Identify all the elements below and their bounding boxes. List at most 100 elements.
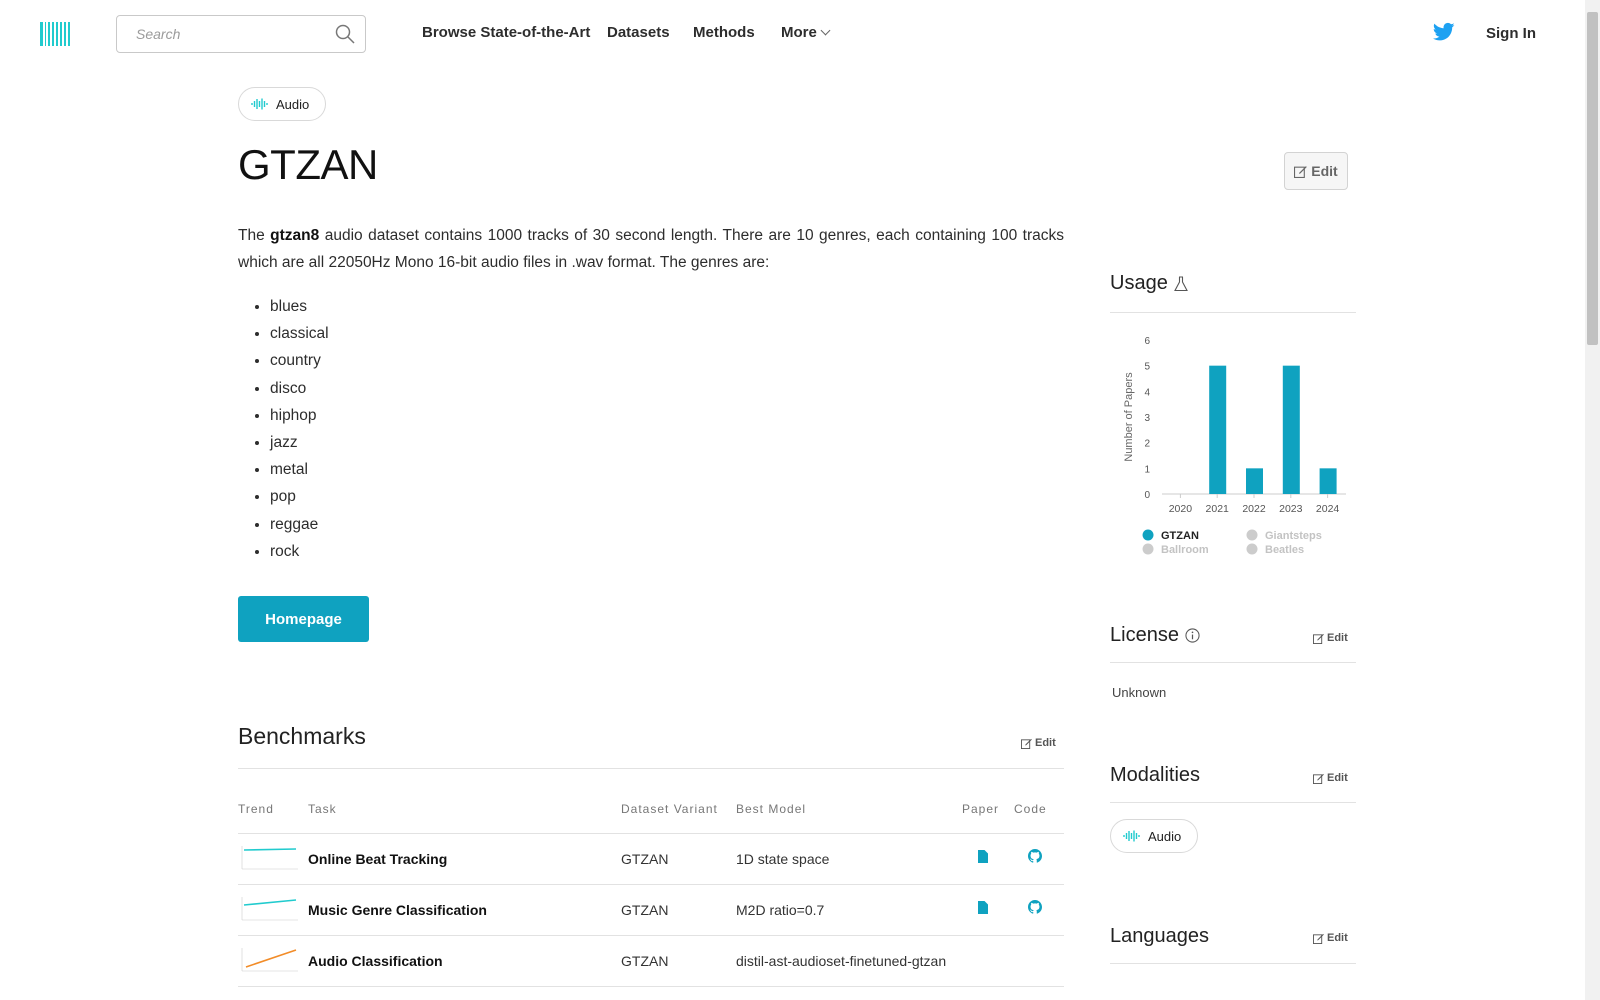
desc-dataset-name: gtzan8: [270, 227, 320, 244]
list-item: metal: [270, 456, 329, 483]
table-row[interactable]: Audio Classification GTZAN distil-ast-au…: [238, 935, 1064, 986]
nav-browse-sota[interactable]: Browse State-of-the-Art: [422, 24, 590, 41]
task-link[interactable]: Audio Classification: [308, 953, 443, 969]
flask-icon: [1173, 275, 1188, 291]
trend-sparkline[interactable]: [238, 844, 298, 874]
table-row[interactable]: Online Beat Tracking GTZAN 1D state spac…: [238, 833, 1064, 884]
list-item: reggae: [270, 511, 329, 538]
edit-icon: [1021, 738, 1032, 749]
nav-methods[interactable]: Methods: [693, 24, 755, 41]
col-header-trend: Trend: [238, 802, 274, 816]
benchmarks-heading: Benchmarks: [238, 723, 366, 749]
modality-tag-label: Audio: [276, 96, 310, 112]
model-cell[interactable]: M2D ratio=0.7: [736, 902, 824, 918]
x-tick-label: 2022: [1242, 503, 1266, 515]
y-tick-label: 2: [1144, 439, 1150, 450]
chart-bar: [1319, 468, 1337, 494]
search-input[interactable]: [117, 16, 317, 52]
scrollbar[interactable]: [1585, 0, 1600, 1000]
modality-tag[interactable]: Audio: [238, 87, 327, 121]
edit-label: Edit: [1327, 772, 1348, 784]
list-item: hiphop: [270, 402, 329, 429]
x-tick-label: 2020: [1169, 503, 1193, 515]
genre-list: blues classical country disco hiphop jaz…: [270, 293, 329, 565]
edit-benchmarks-button[interactable]: Edit: [1021, 737, 1056, 749]
edit-label: Edit: [1327, 932, 1348, 944]
y-tick-label: 3: [1144, 413, 1150, 424]
legend-swatch: [1142, 529, 1154, 541]
audio-wave-icon: [1123, 830, 1140, 842]
col-header-model: Best Model: [736, 802, 807, 816]
desc-prefix: The: [238, 227, 271, 244]
col-header-task: Task: [308, 802, 337, 816]
trend-sparkline[interactable]: [238, 895, 298, 925]
trend-sparkline[interactable]: [238, 946, 298, 976]
top-navbar: Browse State-of-the-Art Datasets Methods…: [0, 0, 1585, 68]
legend-label: Ballroom: [1161, 544, 1209, 556]
model-cell[interactable]: distil-ast-audioset-finetuned-gtzan: [736, 953, 946, 969]
homepage-button[interactable]: Homepage: [238, 596, 369, 642]
divider: [238, 768, 1064, 769]
legend-label: GTZAN: [1161, 530, 1199, 542]
model-cell[interactable]: 1D state space: [736, 851, 829, 867]
legend-label: Beatles: [1265, 544, 1304, 556]
edit-modalities-button[interactable]: Edit: [1313, 772, 1348, 784]
list-item: jazz: [270, 429, 329, 456]
divider: [1110, 963, 1356, 964]
y-tick-label: 4: [1144, 387, 1150, 398]
task-link[interactable]: Music Genre Classification: [308, 902, 487, 918]
edit-icon: [1313, 633, 1324, 644]
chevron-down-icon: [820, 25, 831, 36]
divider: [1110, 802, 1356, 803]
legend-label: Giantsteps: [1265, 530, 1322, 542]
y-tick-label: 1: [1144, 464, 1150, 475]
variant-cell: GTZAN: [621, 851, 669, 867]
papers-with-code-logo[interactable]: [40, 22, 71, 46]
desc-body: audio dataset contains 1000 tracks of 30…: [238, 227, 1065, 271]
modalities-heading: Modalities: [1110, 764, 1201, 786]
usage-chart: Number of Papers 0 1 2 3 4 5 6 2020 2021 2022 2023 2…: [1123, 336, 1346, 556]
sign-in-link[interactable]: Sign In: [1486, 25, 1536, 42]
modality-tag[interactable]: Audio: [1110, 819, 1199, 853]
license-heading-label: License: [1110, 624, 1179, 646]
variant-cell: GTZAN: [621, 953, 669, 969]
edit-license-button[interactable]: Edit: [1313, 632, 1348, 644]
edit-languages-button[interactable]: Edit: [1313, 932, 1348, 944]
chart-bar: [1282, 365, 1300, 494]
y-tick-label: 6: [1144, 336, 1150, 347]
usage-heading: Usage: [1110, 272, 1188, 295]
search-icon[interactable]: [335, 24, 355, 44]
list-item: classical: [270, 320, 329, 347]
info-icon[interactable]: [1185, 628, 1200, 643]
usage-heading-label: Usage: [1110, 272, 1168, 294]
legend-swatch: [1142, 543, 1154, 555]
edit-label: Edit: [1327, 632, 1348, 644]
edit-icon: [1313, 933, 1324, 944]
twitter-icon[interactable]: [1433, 22, 1455, 42]
x-tick-label: 2021: [1206, 503, 1230, 515]
table-row[interactable]: Music Genre Classification GTZAN M2D rat…: [238, 884, 1064, 935]
paper-icon[interactable]: [978, 901, 988, 914]
divider: [1110, 312, 1356, 313]
github-icon[interactable]: [1028, 849, 1042, 863]
paper-icon[interactable]: [978, 850, 988, 863]
dataset-description: The gtzan8 audio dataset contains 1000 t…: [238, 222, 1064, 276]
legend-swatch: [1246, 529, 1258, 541]
license-value: Unknown: [1112, 685, 1167, 700]
scrollbar-thumb[interactable]: [1587, 12, 1598, 345]
nav-datasets[interactable]: Datasets: [607, 24, 670, 41]
table-row[interactable]: [238, 986, 1064, 1000]
edit-label: Edit: [1035, 737, 1056, 749]
edit-dataset-button[interactable]: Edit: [1284, 152, 1348, 190]
chart-bar: [1246, 468, 1263, 494]
divider: [1110, 662, 1356, 663]
task-link[interactable]: Online Beat Tracking: [308, 851, 447, 867]
audio-wave-icon: [251, 98, 268, 110]
chart-bar: [1209, 365, 1227, 494]
x-tick-label: 2023: [1279, 503, 1303, 515]
x-tick-label: 2024: [1316, 503, 1340, 515]
nav-more[interactable]: More: [781, 24, 831, 41]
github-icon[interactable]: [1028, 900, 1042, 914]
variant-cell: GTZAN: [621, 902, 669, 918]
list-item: blues: [270, 293, 329, 320]
